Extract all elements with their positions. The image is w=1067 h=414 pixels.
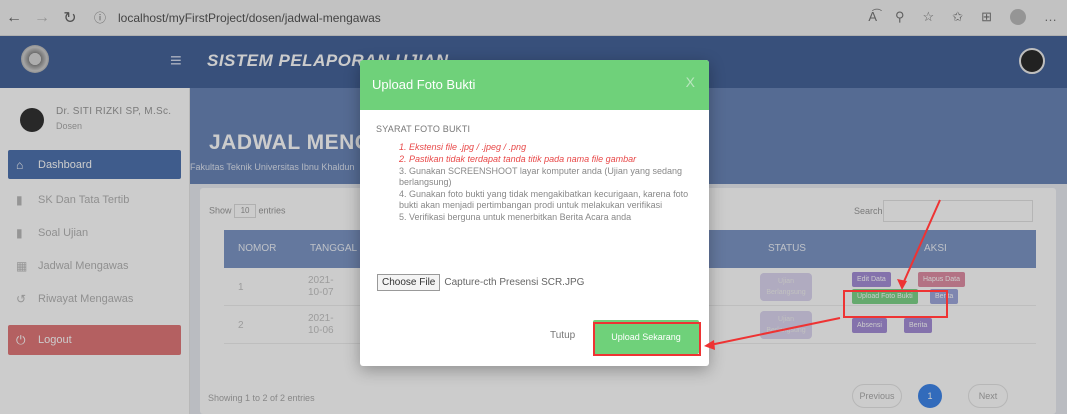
arrow-head-icon [704,340,715,350]
annotation-arrow-1 [901,199,941,287]
annotation-arrows [704,199,941,350]
annotation-arrow-2 [709,317,841,346]
arrow-head-icon [897,279,907,290]
